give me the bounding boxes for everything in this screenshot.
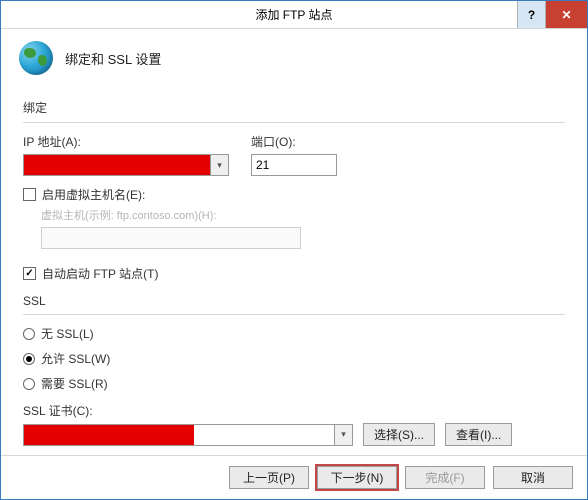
ssl-cert-label: SSL 证书(C): [23,402,565,419]
binding-divider [23,122,565,123]
chevron-down-icon: ▾ [334,425,352,445]
next-button[interactable]: 下一步(N) [317,466,397,489]
autostart-label: 自动启动 FTP 站点(T) [42,265,158,282]
window-title: 添加 FTP 站点 [255,6,332,23]
require-ssl-label: 需要 SSL(R) [41,375,108,392]
port-column: 端口(O): [251,133,337,176]
ssl-cert-value-redacted [24,425,194,445]
ssl-divider [23,314,565,315]
page-header: 绑定和 SSL 设置 [1,29,587,81]
port-label: 端口(O): [251,133,337,150]
dialog-window: 添加 FTP 站点 ? ✕ 绑定和 SSL 设置 绑定 IP 地址(A): ▾ … [0,0,588,500]
ssl-cert-row: ▾ 选择(S)... 查看(I)... [23,423,565,446]
page-title: 绑定和 SSL 设置 [65,49,161,68]
no-ssl-row: 无 SSL(L) [23,325,565,342]
titlebar-buttons: ? ✕ [517,1,587,28]
ip-address-select[interactable]: ▾ [23,154,229,176]
ip-address-value-redacted [24,155,210,175]
binding-row: IP 地址(A): ▾ 端口(O): [23,133,565,176]
titlebar: 添加 FTP 站点 ? ✕ [1,1,587,29]
virtual-host-checkbox-row: 启用虚拟主机名(E): [23,186,565,203]
ip-address-label: IP 地址(A): [23,133,229,150]
close-button[interactable]: ✕ [545,1,587,28]
virtual-host-hint: 虚拟主机(示例: ftp.contoso.com)(H): [41,207,565,223]
ip-column: IP 地址(A): ▾ [23,133,229,176]
view-cert-button[interactable]: 查看(I)... [445,423,512,446]
no-ssl-radio[interactable] [23,328,35,340]
cancel-button[interactable]: 取消 [493,466,573,489]
allow-ssl-row: 允许 SSL(W) [23,350,565,367]
select-cert-button[interactable]: 选择(S)... [363,423,435,446]
content-area: 绑定 IP 地址(A): ▾ 端口(O): 启用虚拟主机名(E): 虚拟主机(示… [1,81,587,455]
virtual-host-input [41,227,301,249]
require-ssl-radio[interactable] [23,378,35,390]
require-ssl-row: 需要 SSL(R) [23,375,565,392]
chevron-down-icon: ▾ [210,155,228,175]
finish-button: 完成(F) [405,466,485,489]
no-ssl-label: 无 SSL(L) [41,325,94,342]
virtual-host-checkbox[interactable] [23,188,36,201]
help-button[interactable]: ? [517,1,545,28]
binding-group-label: 绑定 [23,99,565,116]
footer-buttons: 上一页(P) 下一步(N) 完成(F) 取消 [1,455,587,499]
virtual-host-subsection: 虚拟主机(示例: ftp.contoso.com)(H): [41,207,565,249]
port-input[interactable] [251,154,337,176]
allow-ssl-radio[interactable] [23,353,35,365]
ssl-group-label: SSL [23,294,565,308]
previous-button[interactable]: 上一页(P) [229,466,309,489]
autostart-checkbox[interactable] [23,267,36,280]
globe-icon [19,41,53,75]
ssl-cert-select[interactable]: ▾ [23,424,353,446]
allow-ssl-label: 允许 SSL(W) [41,350,110,367]
autostart-row: 自动启动 FTP 站点(T) [23,265,565,282]
virtual-host-checkbox-label: 启用虚拟主机名(E): [42,186,145,203]
